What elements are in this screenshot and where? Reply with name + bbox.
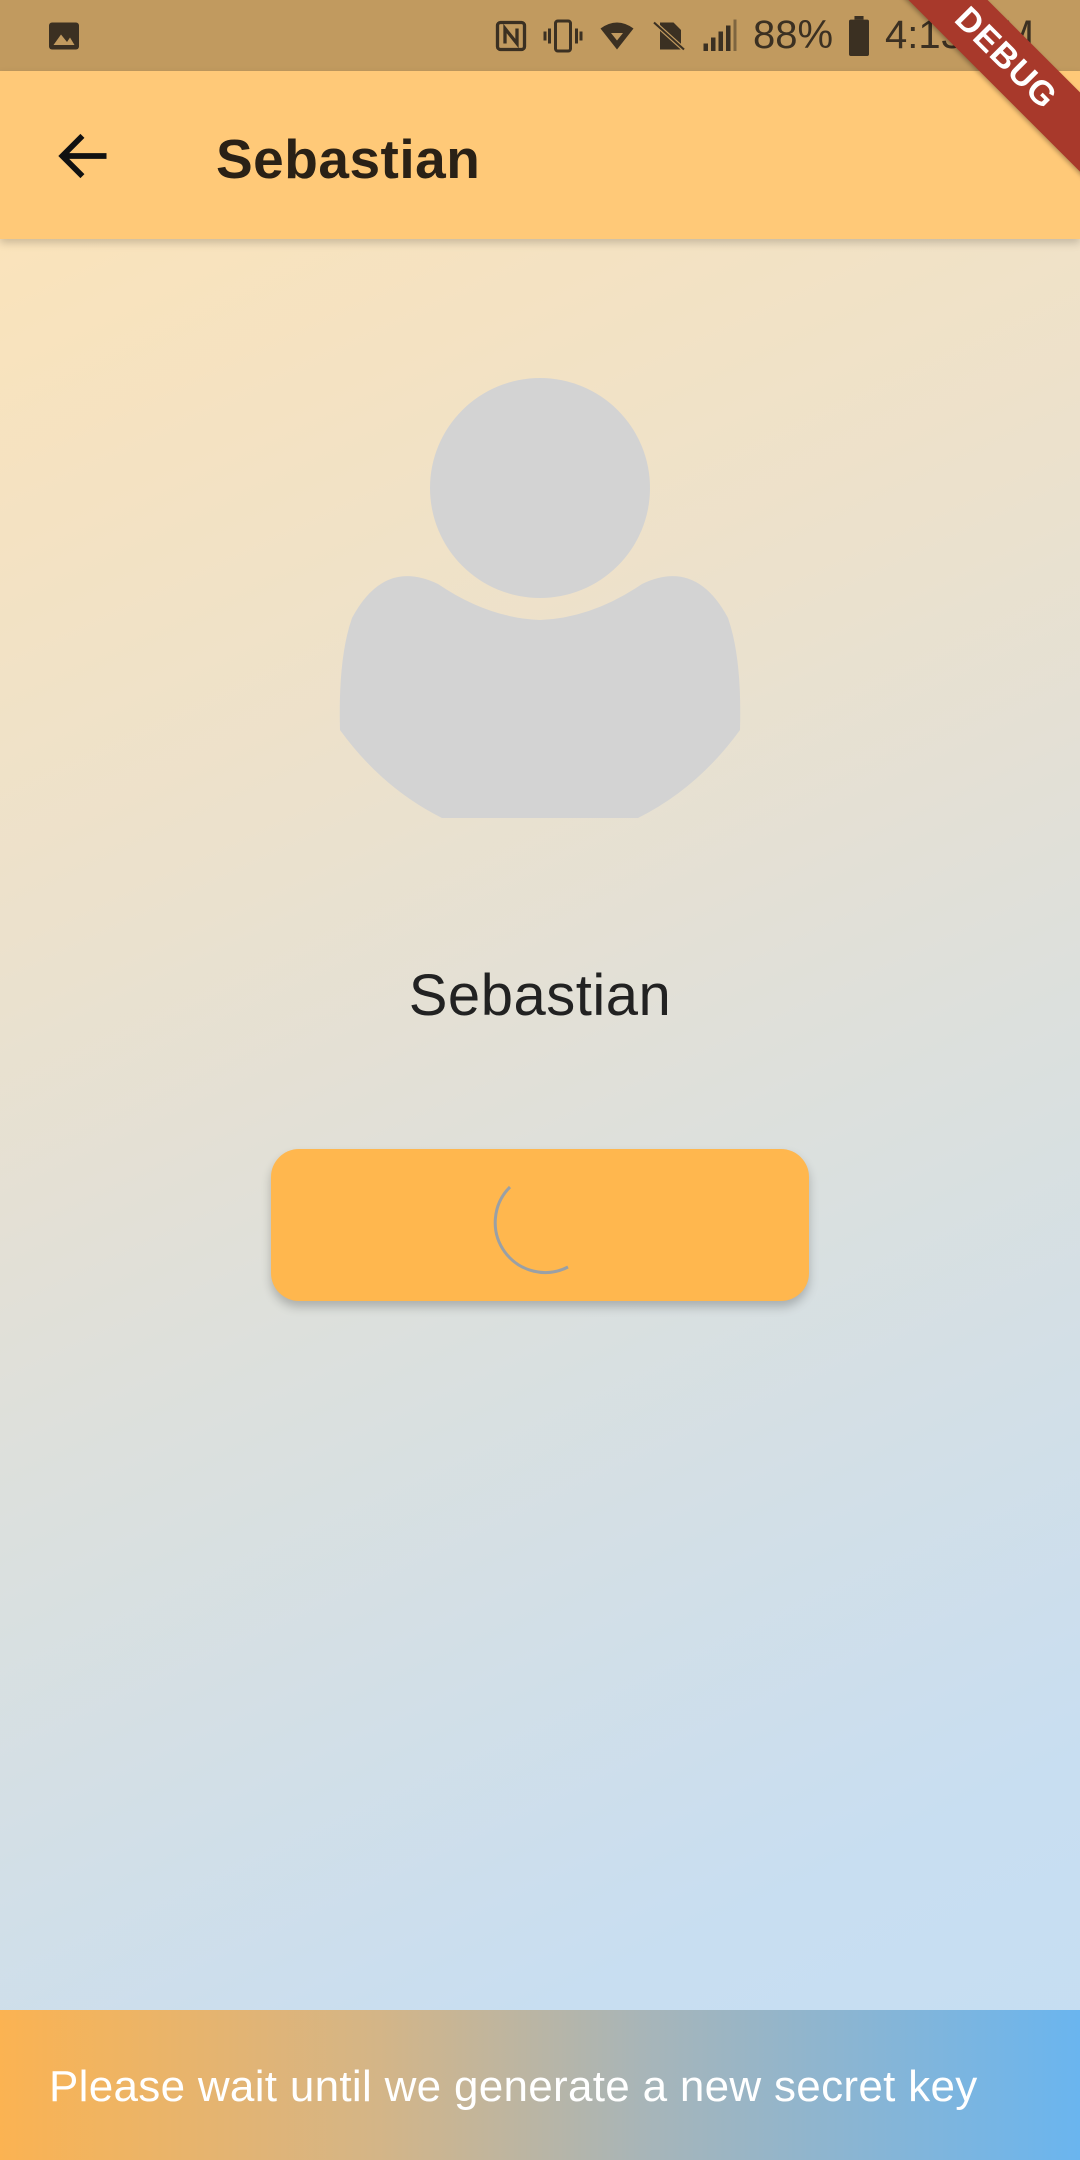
- status-bar: 88% 4:13 PM: [0, 0, 1080, 71]
- app-bar: Sebastian: [0, 71, 1080, 239]
- back-arrow-icon[interactable]: [52, 125, 114, 187]
- screen: 88% 4:13 PM Sebastian DEBUG Sebastian Pl…: [0, 0, 1080, 2160]
- generate-key-button[interactable]: [271, 1149, 809, 1301]
- no-sim-icon: [652, 20, 686, 51]
- image-icon: [49, 22, 79, 50]
- page-title: Sebastian: [216, 128, 481, 190]
- nfc-icon: [495, 20, 527, 51]
- wifi-icon: [600, 22, 634, 49]
- vibrate-icon: [543, 19, 583, 52]
- battery-icon: [849, 15, 870, 56]
- circular-progress-icon: [493, 1185, 569, 1274]
- snackbar: Please wait until we generate a new secr…: [0, 2010, 1080, 2160]
- user-name: Sebastian: [408, 963, 672, 1028]
- signal-icon: [703, 19, 737, 51]
- snackbar-message: Please wait until we generate a new secr…: [49, 2062, 978, 2111]
- person-placeholder-icon: [339, 378, 741, 818]
- battery-percent: 88%: [752, 13, 834, 57]
